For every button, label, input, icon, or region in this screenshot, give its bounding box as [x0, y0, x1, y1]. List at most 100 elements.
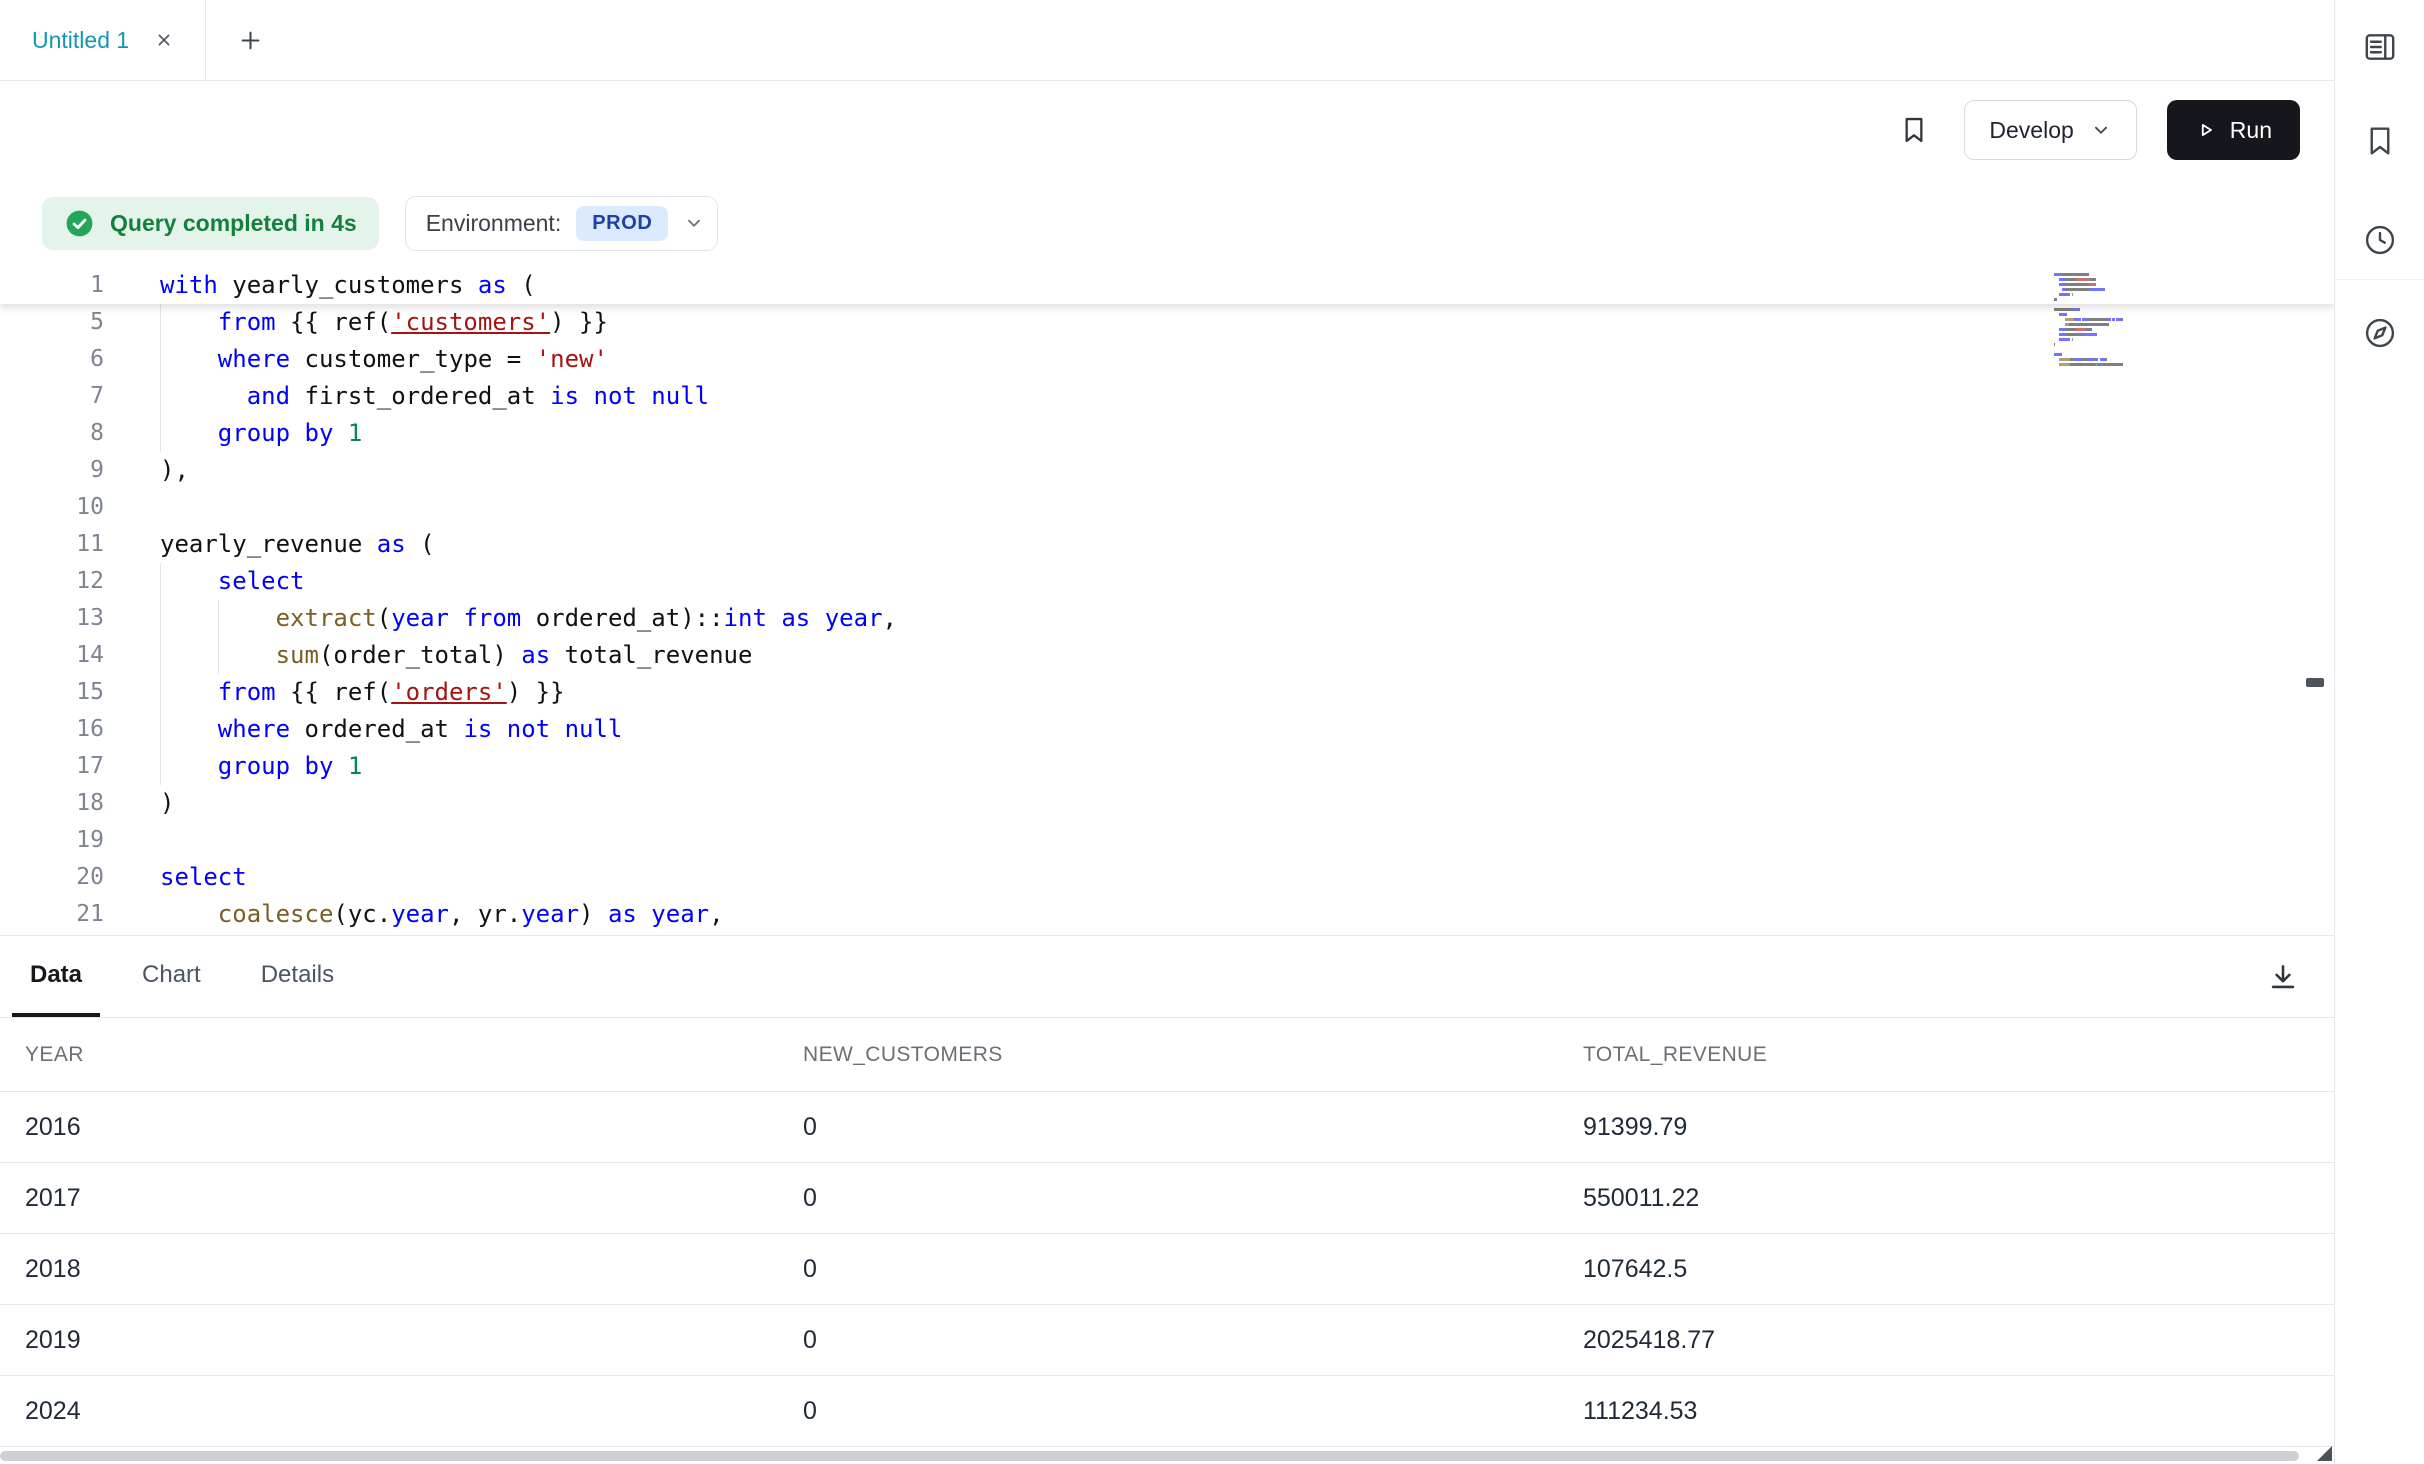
- main-column: Untitled 1 Develop Run: [0, 0, 2335, 1464]
- code-line: 6 where customer_type = 'new': [0, 341, 2334, 378]
- resize-grip[interactable]: [2317, 1446, 2332, 1461]
- table-cell: 111234.53: [1583, 1397, 2334, 1426]
- right-sidebar: [2335, 0, 2424, 1464]
- table-cell: 2024: [25, 1397, 803, 1426]
- table-cell: 0: [803, 1326, 1583, 1355]
- code-line: 9),: [0, 452, 2334, 489]
- indent-guide: [218, 600, 219, 674]
- table-cell: 0: [803, 1397, 1583, 1426]
- code-line: 13 extract(year from ordered_at)::int as…: [0, 600, 2334, 637]
- model-ref-link[interactable]: 'customers': [391, 308, 550, 336]
- download-results-button[interactable]: [2262, 956, 2304, 998]
- success-check-icon: [64, 208, 95, 239]
- code-line: 18): [0, 785, 2334, 822]
- code-text: sum(order_total) as total_revenue: [160, 637, 752, 674]
- code-text: from {{ ref('customers') }}: [160, 304, 608, 341]
- outline-panel-icon: [2362, 29, 2398, 65]
- code-text: ): [160, 785, 174, 822]
- code-line: 1with yearly_customers as (: [0, 267, 2334, 304]
- code-line: 15 from {{ ref('orders') }}: [0, 674, 2334, 711]
- line-number: 10: [0, 489, 160, 526]
- line-number: 18: [0, 785, 160, 822]
- status-row: Query completed in 4s Environment: PROD: [0, 179, 2334, 267]
- table-row: 20180107642.5: [0, 1234, 2334, 1305]
- environment-selector[interactable]: Environment: PROD: [405, 196, 719, 251]
- code-text: coalesce(yc.new_customers, 0) as new_cus…: [160, 933, 897, 935]
- results-tab-chart[interactable]: Chart: [124, 936, 219, 1017]
- table-cell: 91399.79: [1583, 1113, 2334, 1142]
- line-number: 5: [0, 304, 160, 341]
- table-row: 2016091399.79: [0, 1092, 2334, 1163]
- code-line: 21 coalesce(yc.year, yr.year) as year,: [0, 896, 2334, 933]
- line-number: 11: [0, 526, 160, 563]
- bookmark-button[interactable]: [1894, 110, 1934, 150]
- code-text: extract(year from ordered_at)::int as ye…: [160, 600, 897, 637]
- code-text: coalesce(yc.year, yr.year) as year,: [160, 896, 724, 933]
- run-button[interactable]: Run: [2167, 100, 2300, 160]
- editor-body[interactable]: 5 from {{ ref('customers') }}6 where cus…: [0, 304, 2334, 935]
- environment-badge: PROD: [576, 206, 668, 241]
- develop-dropdown[interactable]: Develop: [1964, 100, 2136, 160]
- model-ref-link[interactable]: 'orders': [391, 678, 507, 706]
- code-line: 7 and first_ordered_at is not null: [0, 378, 2334, 415]
- explore-panel-button[interactable]: [2352, 305, 2408, 361]
- new-tab-button[interactable]: [218, 0, 282, 80]
- toolbar: Develop Run: [0, 81, 2334, 179]
- column-header: TOTAL_REVENUE: [1583, 1043, 2334, 1067]
- code-text: and first_ordered_at is not null: [160, 378, 709, 415]
- column-header: YEAR: [25, 1043, 803, 1067]
- column-header: NEW_CUSTOMERS: [803, 1043, 1583, 1067]
- scrollbar-thumb[interactable]: [0, 1451, 2299, 1461]
- table-cell: 550011.22: [1583, 1184, 2334, 1213]
- query-status-pill: Query completed in 4s: [42, 197, 379, 250]
- plus-icon: [237, 27, 264, 54]
- minimap[interactable]: [2054, 273, 2184, 368]
- history-icon: [2362, 222, 2398, 258]
- code-line: 8 group by 1: [0, 415, 2334, 452]
- table-header: YEARNEW_CUSTOMERSTOTAL_REVENUE: [0, 1018, 2334, 1092]
- code-line: 10: [0, 489, 2334, 526]
- outline-panel-button[interactable]: [2352, 19, 2408, 75]
- horizontal-scrollbar[interactable]: [0, 1447, 2334, 1464]
- line-number: 1: [0, 267, 160, 304]
- close-tab-icon[interactable]: [149, 25, 179, 55]
- line-number: 6: [0, 341, 160, 378]
- line-number: 17: [0, 748, 160, 785]
- play-icon: [2195, 119, 2217, 141]
- table-cell: 0: [803, 1255, 1583, 1284]
- results-tab-details[interactable]: Details: [243, 936, 352, 1017]
- line-number: 19: [0, 822, 160, 859]
- line-number: 22: [0, 933, 160, 935]
- tab-bar: Untitled 1: [0, 0, 2334, 81]
- history-panel-button[interactable]: [2352, 212, 2408, 268]
- table-row: 20170550011.22: [0, 1163, 2334, 1234]
- line-number: 9: [0, 452, 160, 489]
- table-cell: 2025418.77: [1583, 1326, 2334, 1355]
- line-number: 8: [0, 415, 160, 452]
- bookmarks-panel-button[interactable]: [2352, 113, 2408, 169]
- line-number: 12: [0, 563, 160, 600]
- table-cell: 2017: [25, 1184, 803, 1213]
- query-status-text: Query completed in 4s: [110, 210, 357, 237]
- code-text: group by 1: [160, 415, 362, 452]
- code-line: 17 group by 1: [0, 748, 2334, 785]
- bookmark-icon: [1898, 114, 1930, 146]
- table-cell: 0: [803, 1184, 1583, 1213]
- tab-untitled-1[interactable]: Untitled 1: [0, 0, 206, 80]
- results-tab-data[interactable]: Data: [12, 936, 100, 1017]
- line-number: 13: [0, 600, 160, 637]
- code-line: 22 coalesce(yc.new_customers, 0) as new_…: [0, 933, 2334, 935]
- sticky-line: 1with yearly_customers as (: [0, 267, 2334, 304]
- tab-label: Untitled 1: [32, 27, 129, 54]
- overview-ruler-mark: [2306, 678, 2324, 687]
- table-cell: 2019: [25, 1326, 803, 1355]
- sql-editor[interactable]: 1with yearly_customers as ( 5 from {{ re…: [0, 267, 2334, 935]
- download-icon: [2266, 960, 2300, 994]
- line-number: 20: [0, 859, 160, 896]
- indent-guide: [160, 304, 161, 452]
- code-text: select: [160, 859, 247, 896]
- code-line: 19: [0, 822, 2334, 859]
- code-text: from {{ ref('orders') }}: [160, 674, 565, 711]
- indent-guide: [160, 563, 161, 785]
- line-number: 16: [0, 711, 160, 748]
